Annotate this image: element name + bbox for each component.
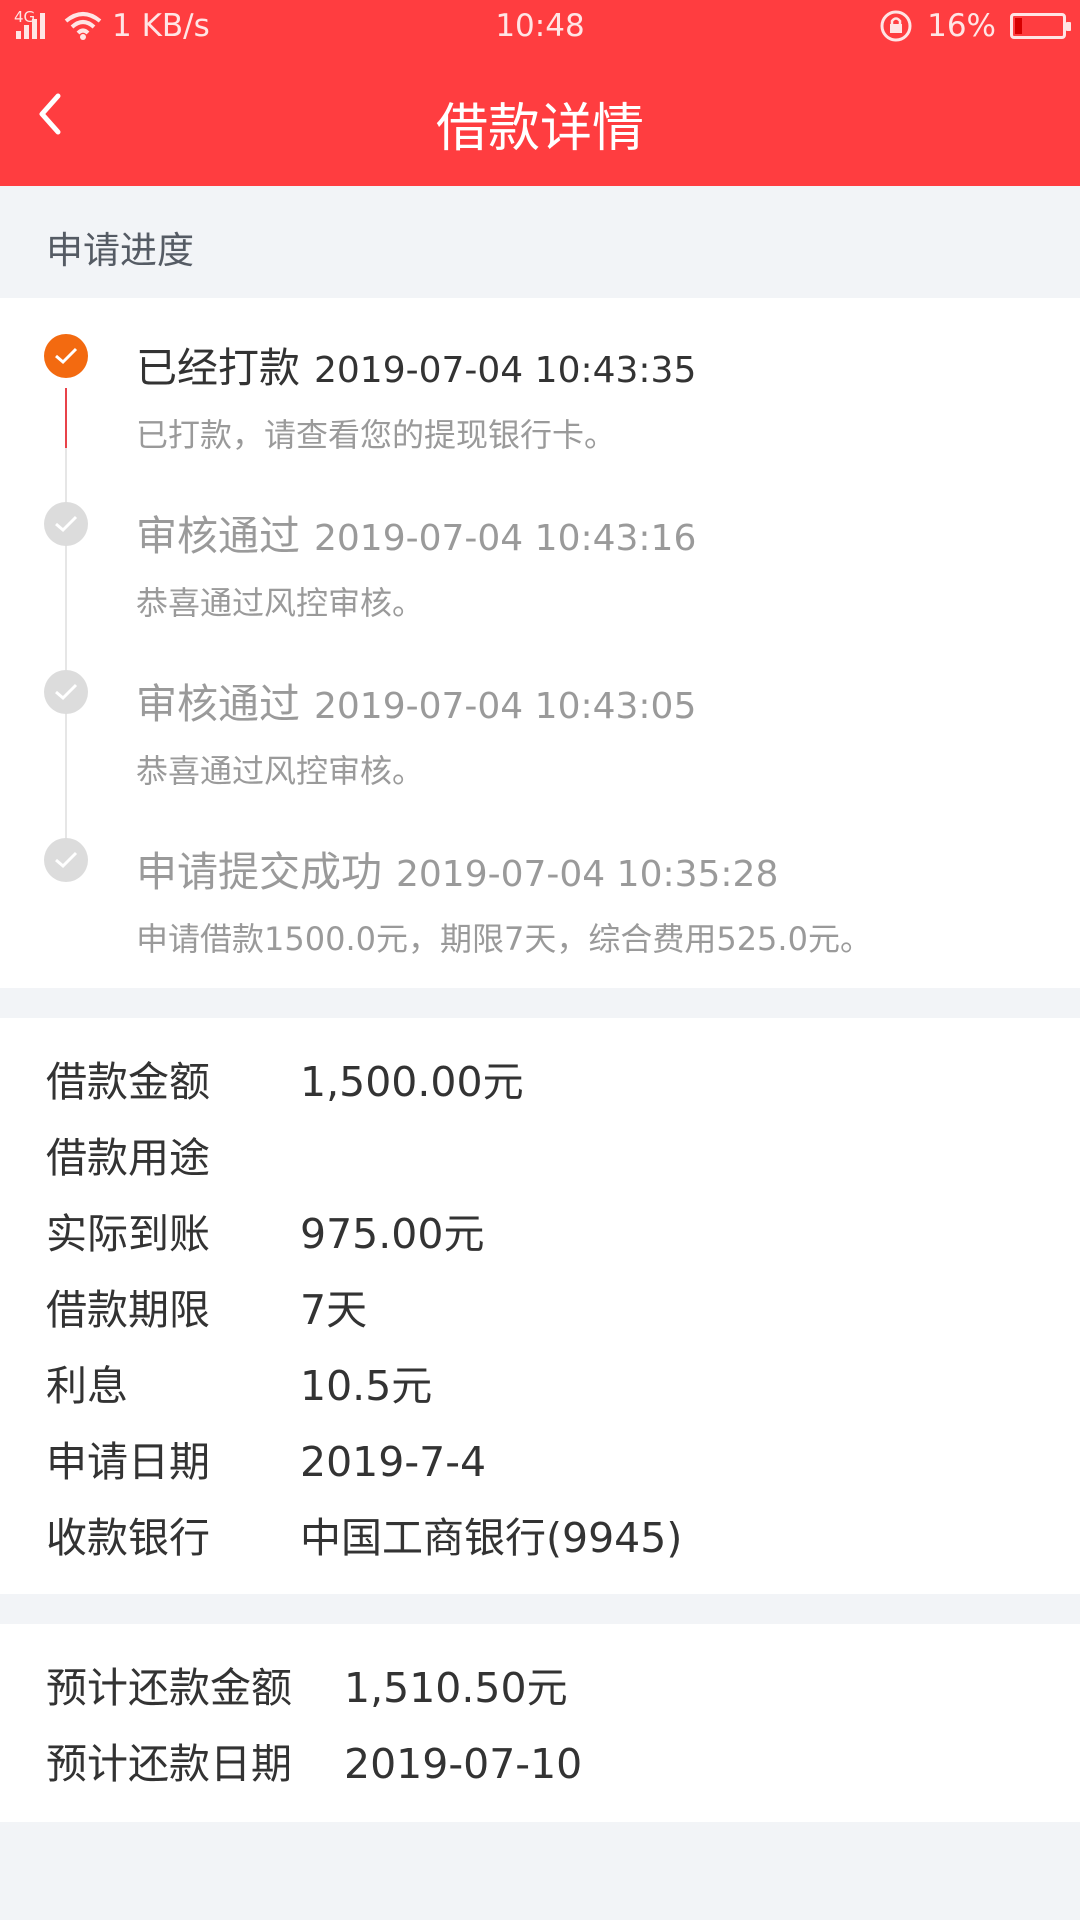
- detail-label: 实际到账: [46, 1210, 210, 1258]
- detail-row: 借款期限 7天: [46, 1276, 367, 1336]
- detail-value: 2019-7-4: [300, 1438, 487, 1486]
- detail-label: 收款银行: [46, 1514, 210, 1562]
- detail-row: 收款银行 中国工商银行(9945): [46, 1504, 682, 1564]
- battery-icon: [1010, 13, 1071, 39]
- step-desc: 申请借款1500.0元，期限7天，综合费用525.0元。: [136, 920, 872, 958]
- timeline-line-active: [65, 388, 67, 448]
- step-title: 审核通过: [136, 680, 300, 728]
- detail-label: 借款用途: [46, 1134, 210, 1182]
- battery-percent: 16%: [927, 8, 996, 44]
- step-time: 2019-07-04 10:43:35: [314, 350, 697, 391]
- detail-value: 1,500.00元: [300, 1058, 524, 1106]
- detail-row: 实际到账 975.00元: [46, 1200, 484, 1260]
- check-icon: [55, 683, 78, 701]
- detail-row: 利息 10.5元: [46, 1352, 432, 1412]
- repayment-label: 预计还款金额: [46, 1664, 292, 1712]
- repayment-value: 1,510.50元: [344, 1664, 568, 1712]
- page-title: 借款详情: [435, 99, 644, 159]
- progress-timeline: 已经打款 2019-07-04 10:43:35 已打款，请查看您的提现银行卡。 …: [0, 298, 1080, 988]
- timeline-step-title: 申请提交成功 2019-07-04 10:35:28: [136, 838, 778, 898]
- detail-label: 申请日期: [46, 1438, 210, 1486]
- status-bar: 4G 1 KB/s 10:48 16%: [0, 0, 1080, 56]
- loan-details: 借款金额 1,500.00元 借款用途 实际到账 975.00元 借款期限 7天 利息…: [0, 1018, 1080, 1594]
- detail-row: 借款用途: [46, 1124, 300, 1184]
- check-icon: [55, 347, 78, 365]
- rotation-lock-icon: [880, 10, 912, 42]
- battery-level: [1015, 18, 1022, 34]
- check-icon: [55, 515, 78, 533]
- progress-title: 申请进度: [46, 229, 194, 272]
- repayment-label: 预计还款日期: [46, 1740, 292, 1788]
- timeline-step-title: 审核通过 2019-07-04 10:43:05: [136, 670, 696, 730]
- repayment-row: 预计还款日期 2019-07-10: [46, 1730, 582, 1790]
- step-desc: 恭喜通过风控审核。: [136, 584, 425, 622]
- detail-value: 975.00元: [300, 1210, 485, 1258]
- progress-section-header: 申请进度: [0, 186, 1080, 298]
- timeline-dot: [44, 670, 88, 714]
- detail-value: 中国工商银行(9945): [300, 1514, 683, 1562]
- detail-label: 利息: [46, 1362, 128, 1410]
- app-header: 4G 1 KB/s 10:48 16% 借款详情: [0, 0, 1080, 186]
- timeline-dot: [44, 502, 88, 546]
- timeline-step-title: 已经打款 2019-07-04 10:43:35: [136, 334, 696, 394]
- step-title: 审核通过: [136, 512, 300, 560]
- step-title: 已经打款: [136, 344, 300, 392]
- detail-row: 借款金额 1,500.00元: [46, 1048, 524, 1108]
- repayment-summary: 预计还款金额 1,510.50元 预计还款日期 2019-07-10: [0, 1624, 1080, 1822]
- detail-value: 7天: [300, 1286, 368, 1334]
- timeline-step-title: 审核通过 2019-07-04 10:43:16: [136, 502, 696, 562]
- step-title: 申请提交成功: [136, 848, 382, 896]
- step-desc: 已打款，请查看您的提现银行卡。: [136, 416, 617, 454]
- repayment-value: 2019-07-10: [344, 1740, 583, 1788]
- step-time: 2019-07-04 10:43:05: [314, 686, 697, 727]
- step-time: 2019-07-04 10:35:28: [396, 854, 779, 895]
- detail-row: 申请日期 2019-7-4: [46, 1428, 486, 1488]
- timeline-dot-active: [44, 334, 88, 378]
- step-time: 2019-07-04 10:43:16: [314, 518, 697, 559]
- step-desc: 恭喜通过风控审核。: [136, 752, 425, 790]
- detail-label: 借款期限: [46, 1286, 210, 1334]
- detail-value: 10.5元: [300, 1362, 433, 1410]
- timeline-dot: [44, 838, 88, 882]
- detail-label: 借款金额: [46, 1058, 210, 1106]
- repayment-row: 预计还款金额 1,510.50元: [46, 1654, 568, 1714]
- status-right: 16%: [879, 8, 1071, 44]
- check-icon: [55, 851, 78, 869]
